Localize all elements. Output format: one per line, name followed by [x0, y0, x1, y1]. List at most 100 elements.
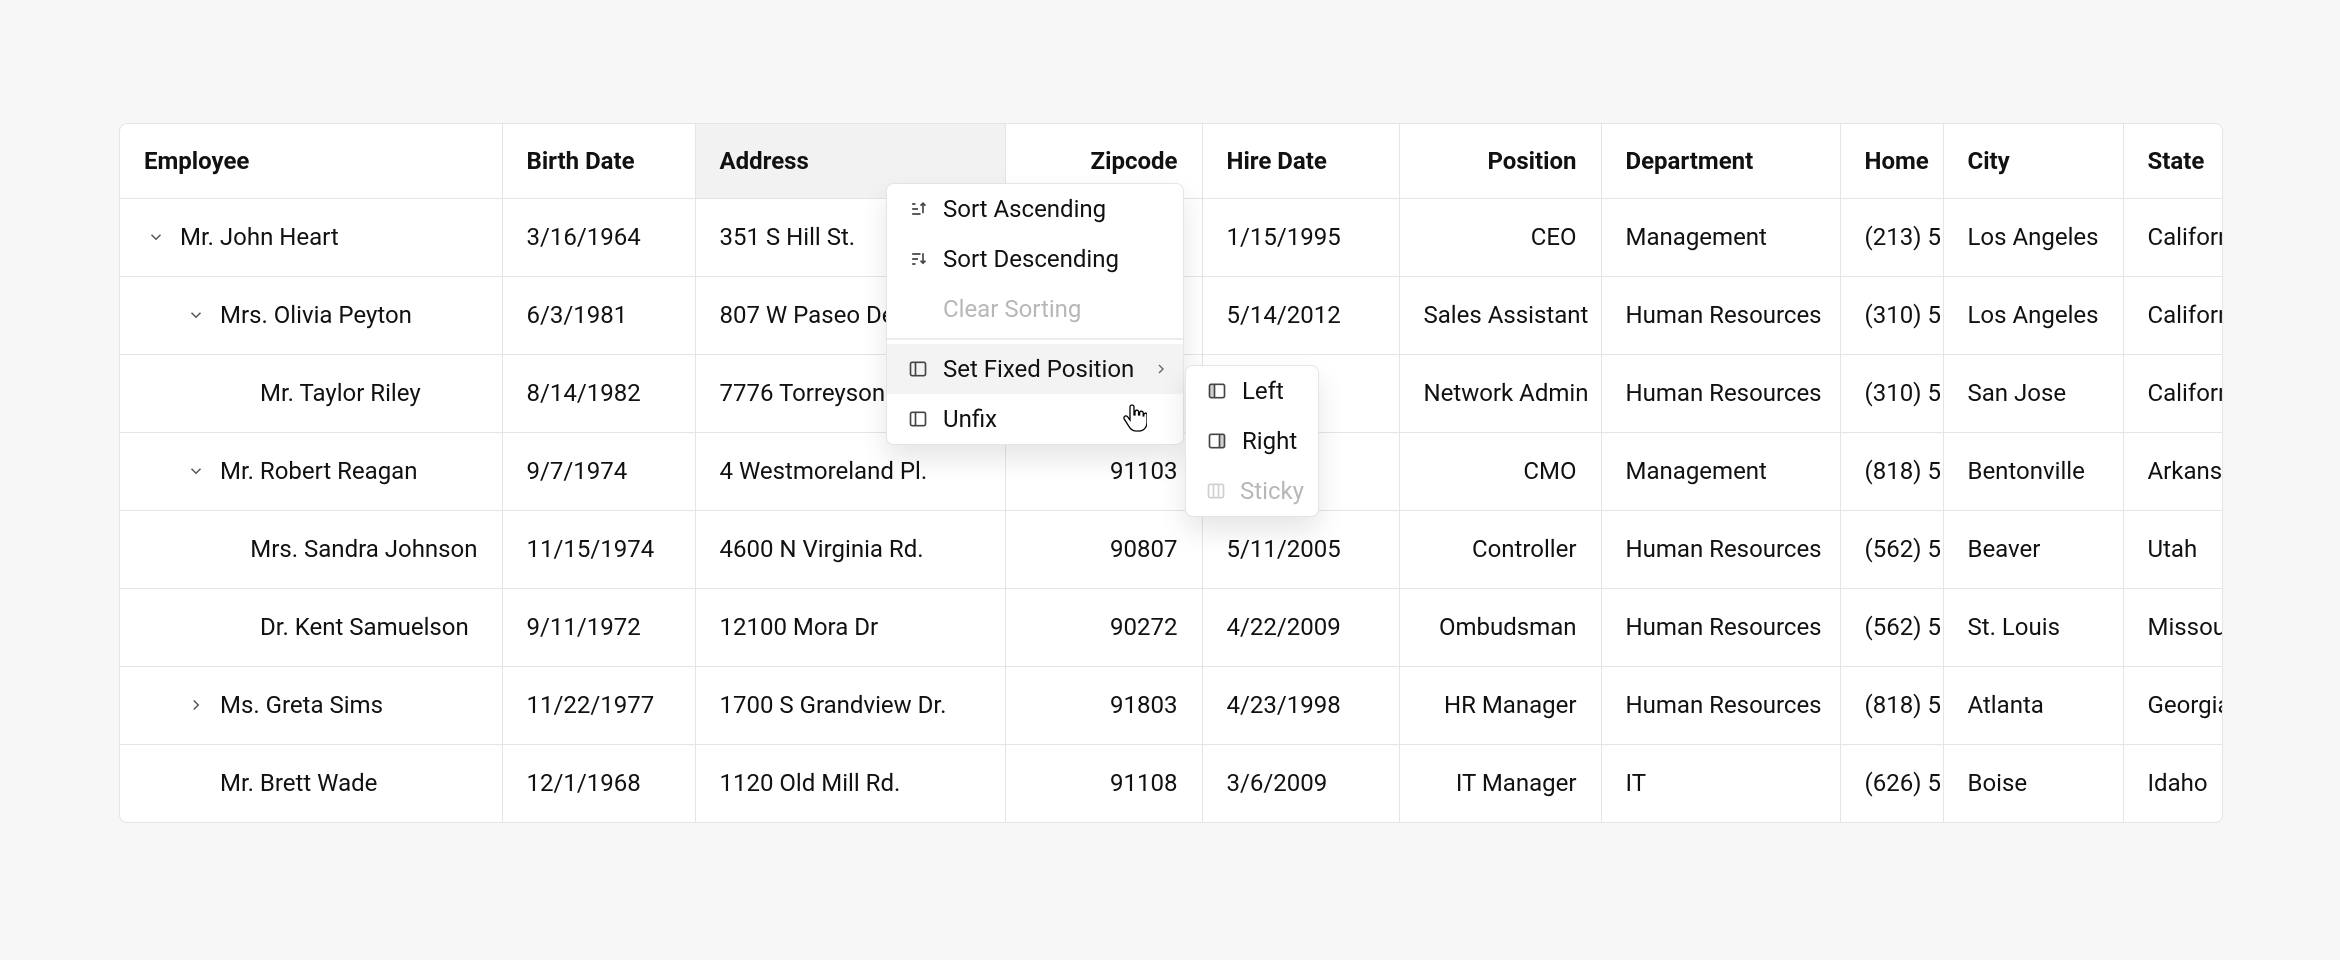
sort-ascending-icon [907, 198, 929, 220]
city-cell: Bentonville [1943, 432, 2123, 510]
fixed-position-submenu: Left Right Sticky [1185, 365, 1319, 517]
menu-set-fixed-position[interactable]: Set Fixed Position [887, 344, 1183, 394]
position-cell: Sales Assistant [1399, 276, 1601, 354]
col-header-position[interactable]: Position [1399, 124, 1601, 198]
menu-separator [887, 338, 1183, 340]
home-phone-cell: (310) 5 [1840, 354, 1943, 432]
table-row[interactable]: Dr. Kent Samuelson 9/11/197212100 Mora Dr… [120, 588, 2223, 666]
birth-date-cell: 11/15/1974 [502, 510, 695, 588]
table-row[interactable]: Mr. Brett Wade 12/1/19681120 Old Mill Rd.… [120, 744, 2223, 822]
department-cell: Management [1601, 198, 1840, 276]
state-cell: Utah [2123, 510, 2223, 588]
hire-date-cell: 4/23/1998 [1202, 666, 1399, 744]
col-header-employee[interactable]: Employee [120, 124, 502, 198]
city-cell: San Jose [1943, 354, 2123, 432]
department-cell: Human Resources [1601, 666, 1840, 744]
position-cell: IT Manager [1399, 744, 1601, 822]
position-cell: CEO [1399, 198, 1601, 276]
fix-sticky-icon [1206, 480, 1226, 502]
hire-date-cell: 5/11/2005 [1202, 510, 1399, 588]
spacer [224, 381, 248, 405]
state-cell: Arkansas [2123, 432, 2223, 510]
spacer [224, 615, 248, 639]
menu-clear-sorting: Clear Sorting [887, 284, 1183, 334]
column-context-menu: Sort Ascending Sort Descending Clear Sor… [886, 183, 1184, 445]
col-header-hire-date[interactable]: Hire Date [1202, 124, 1399, 198]
state-cell: Missouri [2123, 588, 2223, 666]
address-cell: 1700 S Grandview Dr. [695, 666, 1005, 744]
position-cell: CMO [1399, 432, 1601, 510]
home-phone-cell: (562) 5 [1840, 510, 1943, 588]
col-header-birth-date[interactable]: Birth Date [502, 124, 695, 198]
employee-name: Mr. Taylor Riley [260, 379, 421, 407]
col-header-city[interactable]: City [1943, 124, 2123, 198]
hire-date-cell: 1/15/1995 [1202, 198, 1399, 276]
menu-sort-descending[interactable]: Sort Descending [887, 234, 1183, 284]
submenu-right[interactable]: Right [1186, 416, 1318, 466]
birth-date-cell: 8/14/1982 [502, 354, 695, 432]
zipcode-cell: 91108 [1005, 744, 1202, 822]
department-cell: Human Resources [1601, 276, 1840, 354]
menu-item-label: Sort Descending [943, 245, 1119, 273]
state-cell: California [2123, 198, 2223, 276]
chevron-right-icon [1153, 355, 1169, 383]
sort-descending-icon [907, 248, 929, 270]
city-cell: Los Angeles [1943, 276, 2123, 354]
department-cell: Human Resources [1601, 510, 1840, 588]
employee-name: Mr. John Heart [180, 223, 339, 251]
city-cell: Boise [1943, 744, 2123, 822]
clear-sorting-icon [907, 298, 929, 320]
home-phone-cell: (818) 5 [1840, 666, 1943, 744]
menu-item-label: Sticky [1240, 477, 1304, 505]
spacer [184, 771, 208, 795]
expand-toggle-icon[interactable] [184, 459, 208, 483]
table-row[interactable]: Ms. Greta Sims 11/22/19771700 S Grandview… [120, 666, 2223, 744]
position-cell: Ombudsman [1399, 588, 1601, 666]
state-cell: California [2123, 276, 2223, 354]
birth-date-cell: 9/11/1972 [502, 588, 695, 666]
birth-date-cell: 9/7/1974 [502, 432, 695, 510]
fix-left-icon [1206, 380, 1228, 402]
state-cell: California [2123, 354, 2223, 432]
position-cell: Network Admin [1399, 354, 1601, 432]
address-cell: 1120 Old Mill Rd. [695, 744, 1005, 822]
table-row[interactable]: Mrs. Sandra Johnson 11/15/19744600 N Virg… [120, 510, 2223, 588]
home-phone-cell: (626) 5 [1840, 744, 1943, 822]
submenu-left[interactable]: Left [1186, 366, 1318, 416]
employee-name: Mr. Robert Reagan [220, 457, 417, 485]
menu-unfix[interactable]: Unfix [887, 394, 1183, 444]
department-cell: Human Resources [1601, 588, 1840, 666]
hire-date-cell: 3/6/2009 [1202, 744, 1399, 822]
menu-item-label: Left [1242, 377, 1284, 405]
unpin-column-icon [907, 408, 929, 430]
employee-name: Mrs. Sandra Johnson [250, 535, 477, 563]
department-cell: IT [1601, 744, 1840, 822]
expand-toggle-icon[interactable] [184, 693, 208, 717]
city-cell: Atlanta [1943, 666, 2123, 744]
city-cell: Beaver [1943, 510, 2123, 588]
expand-toggle-icon[interactable] [184, 303, 208, 327]
city-cell: St. Louis [1943, 588, 2123, 666]
birth-date-cell: 12/1/1968 [502, 744, 695, 822]
position-cell: HR Manager [1399, 666, 1601, 744]
employee-name: Dr. Kent Samuelson [260, 613, 469, 641]
birth-date-cell: 11/22/1977 [502, 666, 695, 744]
city-cell: Los Angeles [1943, 198, 2123, 276]
address-cell: 4600 N Virginia Rd. [695, 510, 1005, 588]
employee-name: Mr. Brett Wade [220, 769, 377, 797]
col-header-department[interactable]: Department [1601, 124, 1840, 198]
home-phone-cell: (213) 5 [1840, 198, 1943, 276]
employee-name: Ms. Greta Sims [220, 691, 383, 719]
fix-right-icon [1206, 430, 1228, 452]
state-cell: Georgia [2123, 666, 2223, 744]
position-cell: Controller [1399, 510, 1601, 588]
expand-toggle-icon[interactable] [144, 225, 168, 249]
department-cell: Management [1601, 432, 1840, 510]
menu-sort-ascending[interactable]: Sort Ascending [887, 184, 1183, 234]
zipcode-cell: 91803 [1005, 666, 1202, 744]
address-cell: 12100 Mora Dr [695, 588, 1005, 666]
col-header-state[interactable]: State [2123, 124, 2223, 198]
zipcode-cell: 90272 [1005, 588, 1202, 666]
col-header-home[interactable]: Home [1840, 124, 1943, 198]
birth-date-cell: 6/3/1981 [502, 276, 695, 354]
